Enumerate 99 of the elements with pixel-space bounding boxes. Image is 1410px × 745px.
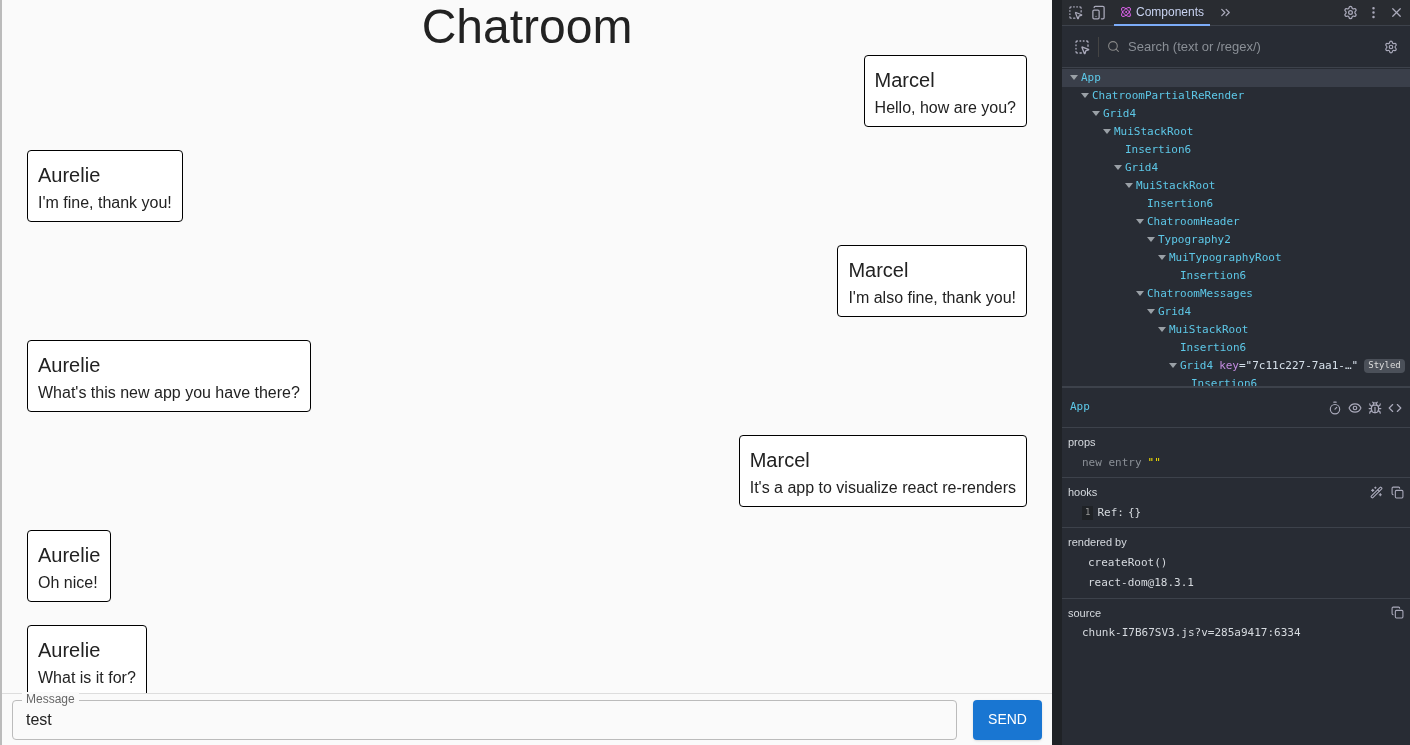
section-heading: hooks (1068, 485, 1098, 500)
message-author: Marcel (874, 68, 936, 92)
message-author: Aurelie (38, 638, 102, 662)
field-value: test (26, 709, 52, 730)
renderer-link[interactable]: createRoot() (1068, 554, 1404, 571)
component-name: Insertion6 (1191, 375, 1258, 386)
caret-icon[interactable] (1070, 75, 1078, 81)
tree-row[interactable]: MuiStackRoot (1062, 321, 1410, 339)
wand-icon[interactable] (1370, 485, 1383, 499)
tree-row[interactable]: Insertion6 (1062, 339, 1410, 357)
message-author: Marcel (749, 448, 811, 472)
components-tab[interactable]: Components (1114, 0, 1211, 26)
react-icon (1120, 5, 1132, 18)
tree-row[interactable]: Grid4 (1062, 105, 1410, 123)
caret-icon[interactable] (1158, 327, 1166, 333)
section-heading: props (1068, 435, 1097, 450)
component-name: Grid4 (1125, 159, 1159, 176)
tree-row[interactable]: MuiTypographyRoot (1062, 249, 1410, 267)
resize-handle[interactable] (1052, 0, 1062, 745)
component-name: MuiStackRoot (1136, 177, 1216, 194)
tree-row[interactable]: Typography2 (1062, 231, 1410, 249)
component-name: ChatroomHeader (1147, 213, 1240, 230)
hook-name: Ref: (1097, 504, 1124, 521)
component-name: Insertion6 (1180, 267, 1247, 284)
copy-icon[interactable] (1391, 606, 1404, 620)
message-text: It's a app to visualize react re-renders (749, 478, 1016, 498)
source-link[interactable]: chunk-I7B67SV3.js?v=285a9417:6334 (1068, 625, 1404, 642)
component-name: ChatroomPartialReRender (1092, 87, 1245, 104)
caret-icon[interactable] (1092, 111, 1100, 117)
message-text: I'm fine, thank you! (38, 193, 172, 213)
search-icon (1107, 40, 1120, 53)
prop-name: new entry (1082, 454, 1142, 471)
tree-row[interactable]: ChatroomMessages (1062, 285, 1410, 303)
message-text: What is it for? (38, 668, 136, 688)
caret-icon[interactable] (1136, 291, 1144, 297)
selected-component: App (1070, 399, 1090, 416)
message-text: Hello, how are you? (874, 98, 1016, 118)
message-author: Aurelie (38, 543, 101, 567)
prop-value: "" (1147, 454, 1161, 471)
search-field[interactable]: Search (text or /regex/) (1128, 36, 1376, 57)
message-author: Aurelie (38, 163, 102, 187)
settings-icon[interactable] (1384, 39, 1398, 54)
close-icon[interactable] (1389, 5, 1404, 20)
renderer-link[interactable]: react-dom@18.3.1 (1068, 575, 1404, 592)
send-button[interactable]: SEND (973, 699, 1042, 740)
bug-icon[interactable] (1368, 400, 1382, 415)
prop-value: ="7c11c227-7aa1-…" (1239, 357, 1359, 374)
component-name: Grid4 (1180, 357, 1214, 374)
caret-icon[interactable] (1147, 309, 1155, 315)
hook-index: 1 (1082, 506, 1094, 520)
component-name: Insertion6 (1180, 339, 1247, 356)
device-icon[interactable] (1091, 5, 1106, 20)
tree-row[interactable]: MuiStackRoot (1062, 123, 1410, 141)
message-text: Oh nice! (38, 573, 99, 593)
settings-icon[interactable] (1343, 5, 1358, 20)
caret-icon[interactable] (1147, 237, 1155, 243)
component-name: MuiTypographyRoot (1169, 249, 1282, 266)
caret-icon[interactable] (1114, 165, 1122, 171)
tree-row[interactable]: MuiStackRoot (1062, 177, 1410, 195)
copy-icon[interactable] (1391, 485, 1404, 499)
tree-row[interactable]: Insertion6 (1062, 195, 1410, 213)
caret-icon[interactable] (1103, 129, 1111, 135)
prop-name: key (1219, 357, 1239, 374)
component-name: Grid4 (1103, 105, 1137, 122)
message-text: What's this new app you have there? (38, 383, 300, 403)
tree-row[interactable]: ChatroomHeader (1062, 213, 1410, 231)
styled-badge: Styled (1364, 359, 1405, 373)
component-name: Insertion6 (1125, 141, 1192, 158)
timer-icon[interactable] (1328, 400, 1342, 415)
component-name: App (1081, 69, 1101, 86)
inspect-icon[interactable] (1068, 5, 1083, 20)
hook-value: {} (1127, 504, 1142, 521)
component-name: ChatroomMessages (1147, 285, 1253, 302)
component-name: Insertion6 (1147, 195, 1214, 212)
tree-row[interactable]: Grid4 (1062, 303, 1410, 321)
message-text: I'm also fine, thank you! (848, 288, 1016, 308)
tree-row[interactable]: ChatroomPartialReRender (1062, 87, 1410, 105)
tree-row[interactable]: Grid4 key="7c11c227-7aa1-…" Styled (1062, 357, 1410, 375)
tree-row[interactable]: Grid4 (1062, 159, 1410, 177)
select-element-icon[interactable] (1074, 38, 1090, 55)
tree-row[interactable]: Insertion6 (1062, 375, 1410, 386)
message-author: Marcel (848, 258, 910, 282)
caret-icon[interactable] (1125, 183, 1133, 189)
chat-title: Chatroom (420, 0, 634, 55)
tree-row[interactable]: Insertion6 (1062, 141, 1410, 159)
component-name: Typography2 (1158, 231, 1231, 248)
component-name: Grid4 (1158, 303, 1192, 320)
section-heading: rendered by (1068, 535, 1128, 550)
message-author: Aurelie (38, 353, 102, 377)
tree-row[interactable]: Insertion6 (1062, 267, 1410, 285)
component-name: MuiStackRoot (1114, 123, 1194, 140)
caret-icon[interactable] (1169, 363, 1177, 369)
caret-icon[interactable] (1081, 93, 1089, 99)
component-name: MuiStackRoot (1169, 321, 1249, 338)
caret-icon[interactable] (1158, 255, 1166, 261)
section-heading: source (1068, 605, 1102, 621)
tree-row[interactable]: App (1062, 69, 1410, 87)
caret-icon[interactable] (1136, 219, 1144, 225)
eye-icon[interactable] (1348, 400, 1362, 415)
